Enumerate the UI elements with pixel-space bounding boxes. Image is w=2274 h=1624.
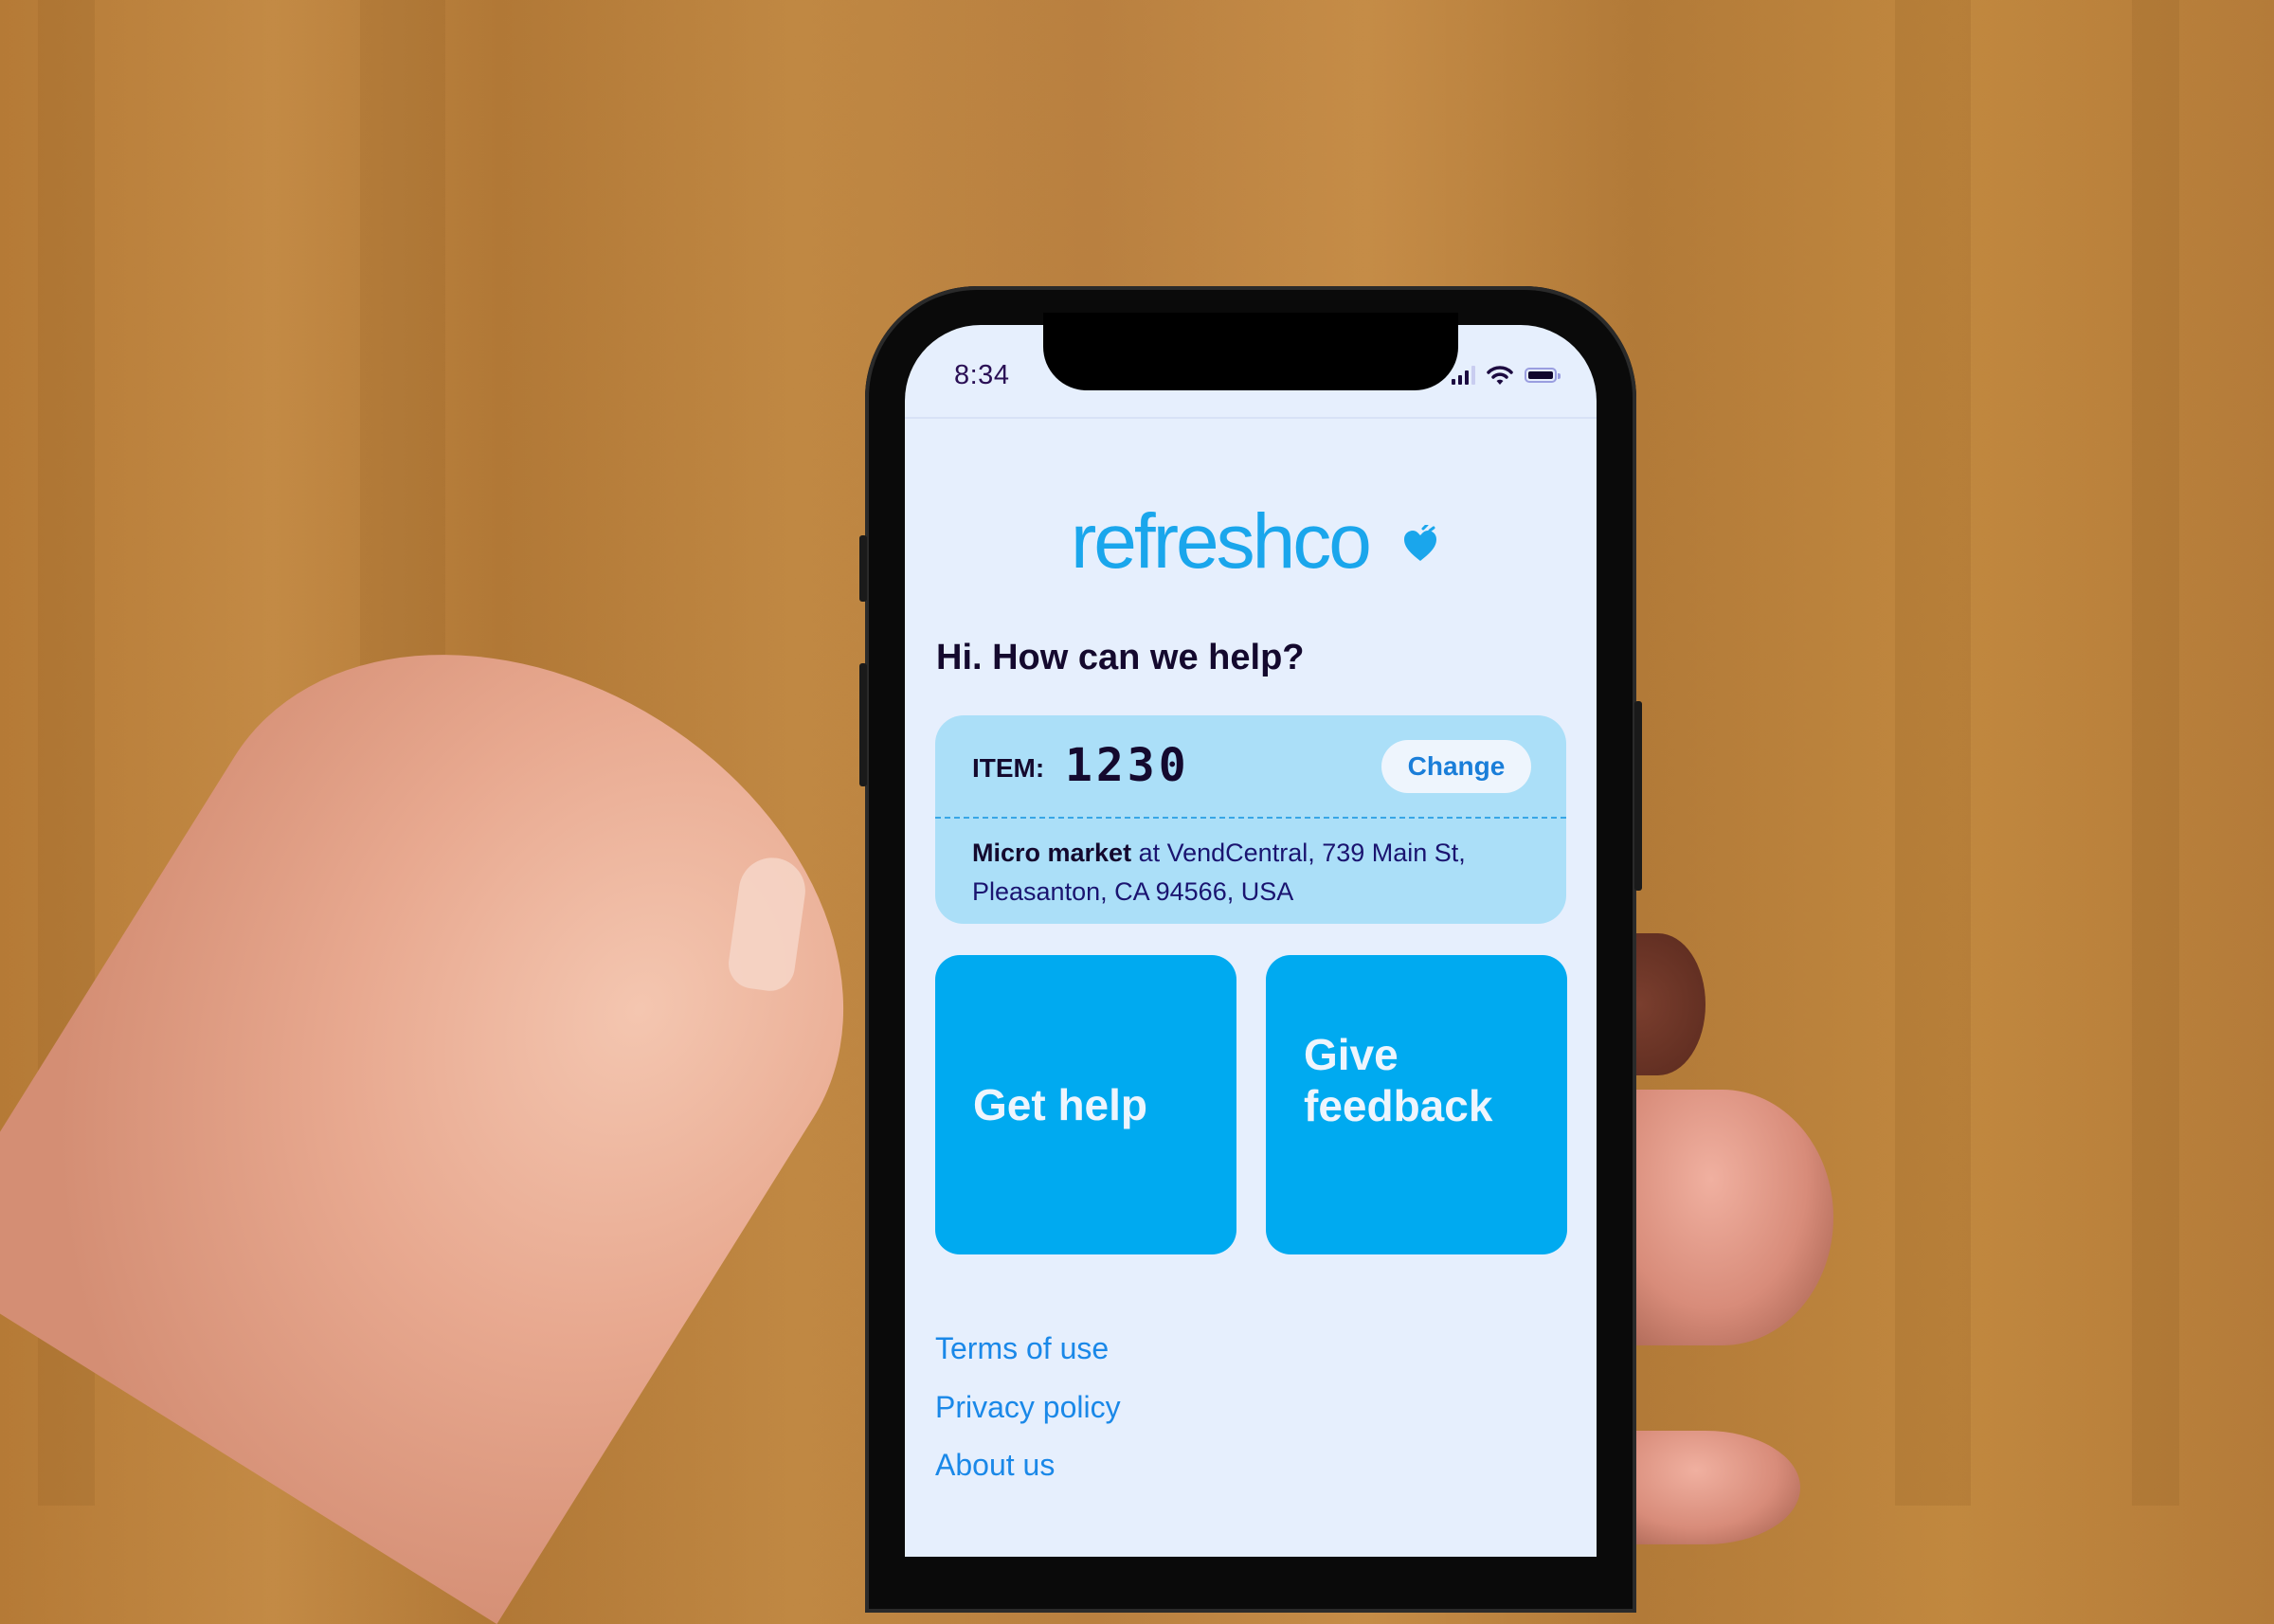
give-feedback-button[interactable]: Give feedback [1266,955,1567,1254]
item-number: 1230 [1065,739,1190,792]
apple-heart-icon [1404,525,1436,561]
terms-of-use-link[interactable]: Terms of use [935,1331,1109,1366]
wood-grain [2132,0,2179,1506]
wifi-icon [1487,366,1513,385]
get-help-label: Get help [973,1080,1148,1129]
hand-thumb [0,539,949,1624]
battery-icon [1525,368,1561,383]
change-item-button[interactable]: Change [1381,740,1531,793]
phone-notch [1043,313,1458,390]
status-icons [1452,365,1561,386]
get-help-button[interactable]: Get help [935,955,1236,1254]
phone-side-button [1634,701,1642,891]
wood-grain [1895,0,1971,1506]
about-us-link[interactable]: About us [935,1448,1055,1483]
hand-finger [1611,1090,1833,1345]
card-divider [935,817,1566,819]
header-divider [905,417,1597,419]
location-type: Micro market [972,839,1132,867]
page-greeting: Hi. How can we help? [936,638,1305,677]
phone-side-button [859,663,867,786]
hand-finger [1611,1431,1800,1544]
cellular-signal-icon [1452,366,1475,385]
phone-side-button [859,535,867,602]
item-location: Micro market at VendCentral, 739 Main St… [972,834,1550,911]
status-time: 8:34 [954,360,1010,390]
give-feedback-label: Give feedback [1304,1030,1493,1130]
brand-logo: refreshco [1071,498,1372,585]
privacy-policy-link[interactable]: Privacy policy [935,1390,1121,1425]
item-label: ITEM: [972,753,1045,783]
